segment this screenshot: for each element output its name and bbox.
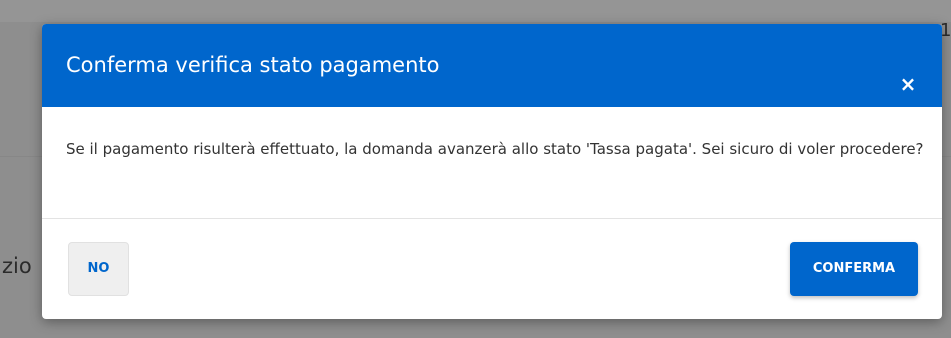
- background-partial-text: zio: [2, 254, 32, 278]
- no-button[interactable]: NO: [68, 242, 129, 296]
- dialog-header: Conferma verifica stato pagamento ×: [42, 24, 942, 107]
- dialog-body: Se il pagamento risulterà effettuato, la…: [42, 107, 942, 218]
- close-icon[interactable]: ×: [894, 70, 922, 98]
- dialog-message: Se il pagamento risulterà effettuato, la…: [66, 140, 924, 158]
- dialog-title: Conferma verifica stato pagamento: [66, 53, 440, 77]
- confirm-button[interactable]: CONFERMA: [790, 242, 918, 296]
- dialog-footer: NO CONFERMA: [42, 219, 942, 319]
- background-header: [0, 0, 951, 22]
- confirm-dialog: Conferma verifica stato pagamento × Se i…: [42, 24, 942, 319]
